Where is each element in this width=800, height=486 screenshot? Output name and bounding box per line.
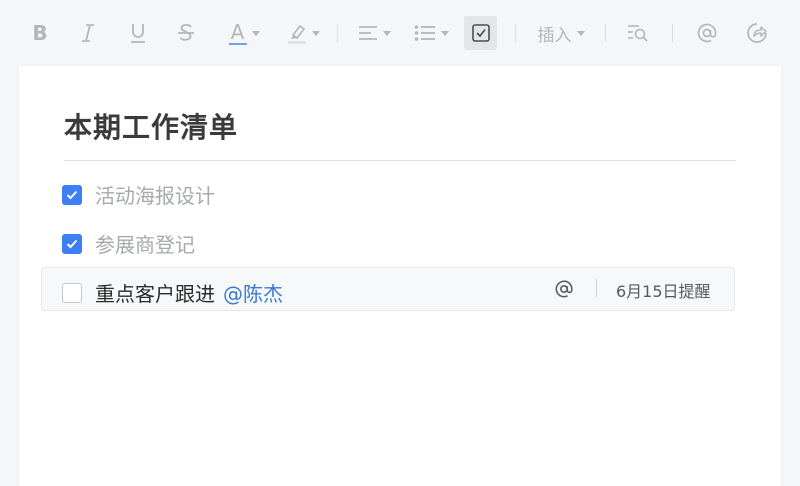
align-button[interactable] [354, 16, 394, 50]
toolbar-divider [515, 24, 516, 42]
task-text[interactable]: 重点客户跟进 [95, 278, 215, 307]
chevron-down-icon [440, 30, 449, 36]
task-checkbox-unchecked[interactable] [62, 282, 82, 303]
document-canvas: 本期工作清单 活动海报设计 参展商登记 重点客户跟进 @陈杰 6月15日提醒 [19, 66, 781, 486]
bold-button[interactable]: B [28, 16, 52, 50]
find-button[interactable] [624, 16, 652, 50]
task-checkbox-checked[interactable] [62, 184, 82, 205]
font-color-button[interactable]: A [222, 16, 266, 50]
chevron-down-icon [576, 30, 585, 36]
toolbar-divider [672, 24, 673, 42]
highlight-icon [287, 23, 307, 44]
assign-mention-button[interactable] [554, 279, 574, 303]
underline-button[interactable] [126, 16, 150, 50]
list-button[interactable] [410, 16, 452, 50]
checkmark-icon [66, 239, 78, 248]
underline-icon [131, 24, 145, 43]
chevron-down-icon [311, 30, 320, 36]
strikethrough-icon [178, 23, 194, 41]
task-item: 重点客户跟进 @陈杰 [62, 278, 283, 307]
list-icon [414, 25, 435, 41]
document-title[interactable]: 本期工作清单 [64, 106, 238, 146]
task-item: 参展商登记 [62, 229, 195, 258]
insert-menu[interactable]: 插入 [532, 16, 590, 50]
insert-label: 插入 [537, 25, 572, 46]
font-color-icon: A [228, 22, 247, 45]
find-icon [628, 25, 648, 42]
mention-icon [555, 280, 573, 298]
chevron-down-icon [382, 30, 391, 36]
italic-icon [82, 24, 94, 42]
strikethrough-button[interactable] [174, 16, 198, 50]
task-item: 活动海报设计 [62, 180, 215, 209]
task-checkbox-icon [471, 24, 490, 42]
italic-button[interactable] [76, 16, 100, 50]
task-checkbox-checked[interactable] [62, 233, 82, 254]
mention-link[interactable]: @陈杰 [223, 278, 283, 307]
task-text[interactable]: 参展商登记 [95, 229, 195, 258]
bold-icon: B [32, 21, 48, 45]
row-divider [596, 279, 597, 297]
toolbar-divider [605, 24, 606, 42]
share-button[interactable] [744, 16, 770, 50]
highlight-button[interactable] [282, 16, 324, 50]
mention-button[interactable] [694, 16, 720, 50]
editor-toolbar: B A 插入 [0, 0, 800, 66]
toolbar-divider [337, 24, 338, 42]
title-divider [64, 160, 736, 161]
share-icon [747, 23, 767, 43]
task-text[interactable]: 活动海报设计 [95, 180, 215, 209]
align-icon [358, 26, 377, 40]
chevron-down-icon [251, 30, 260, 36]
checkmark-icon [66, 190, 78, 199]
mention-icon [697, 23, 717, 43]
reminder-date[interactable]: 6月15日提醒 [616, 278, 711, 302]
task-checkbox-button[interactable] [464, 16, 497, 50]
